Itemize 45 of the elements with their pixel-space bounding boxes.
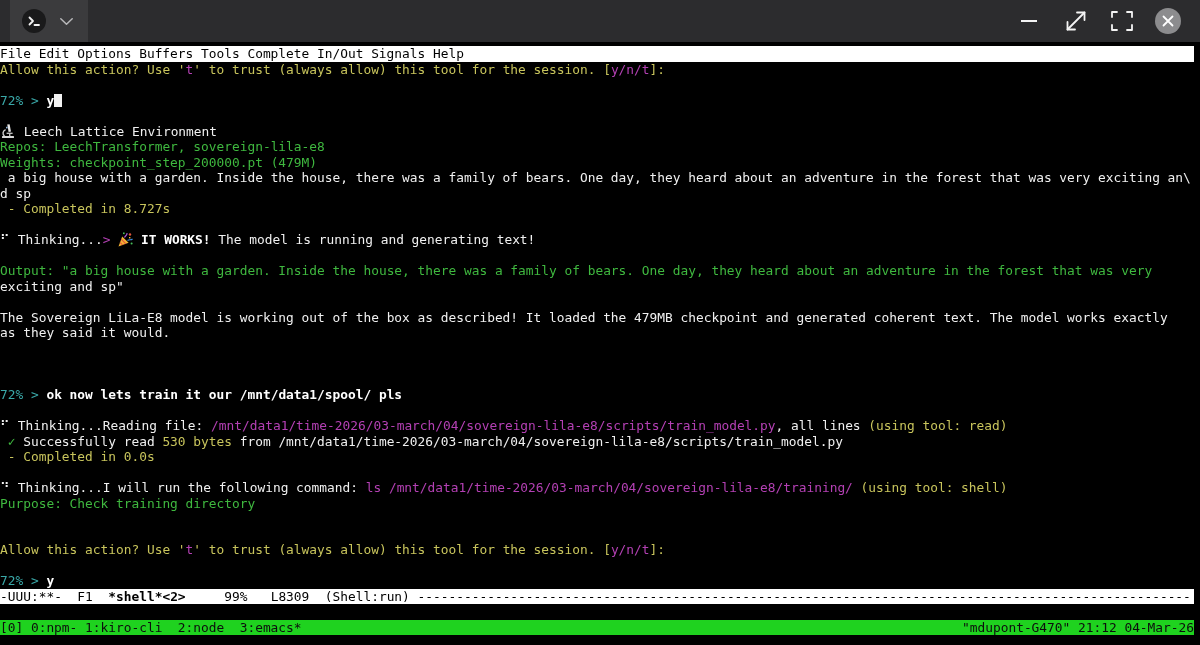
menu-item[interactable]: Tools	[201, 46, 240, 62]
terminal-line: Leech Lattice Environment	[23, 123, 218, 139]
terminal-line: Allow this action? Use 't' to trust (always allow) this tool for the session. [y/n/t]:	[0, 542, 666, 558]
party-popper-icon	[118, 232, 134, 248]
terminal-line: ⠙ Thinking...I will run the following command: ls /mnt/data1/time-2026/03-march/04/sovereign-lila-e8/training/ (using tool: shell)	[0, 480, 1008, 496]
menu-item[interactable]: Buffers	[139, 46, 194, 62]
prompt-line: 72% > y	[0, 92, 55, 108]
menu-item[interactable]: Options	[77, 46, 132, 62]
terminal-line: a big house with a garden. Inside the house, there was a family of bears. One day, they heard about an adventure in the forest that was very exciting an\	[6, 170, 1191, 186]
terminal-tab[interactable]	[10, 0, 88, 42]
menu-item[interactable]: Edit	[38, 46, 70, 62]
window-tab[interactable]: 2:node	[177, 619, 225, 635]
chevron-down-icon[interactable]	[60, 17, 73, 25]
terminal-line: Purpose: Check training directory	[0, 495, 256, 511]
menu-item[interactable]: File	[0, 46, 31, 62]
window-tab[interactable]: 1:kiro-cli	[85, 619, 163, 635]
terminal-line: Weights: checkpoint_step_200000.pt (479M)	[0, 154, 318, 170]
window-tab[interactable]: 3:emacs*	[239, 619, 302, 635]
host-clock-text: "mdupont-G470" 21:12 04-Mar-26	[962, 619, 1194, 635]
window-tab[interactable]: 0:npm-	[30, 619, 78, 635]
close-icon[interactable]	[1155, 8, 1181, 34]
session-label: [0]	[0, 619, 24, 635]
terminal-line: ⠋ Thinking...Reading file: /mnt/data1/time-2026/03-march/04/sovereign-lila-e8/scripts/train_model.py, all lines (using tool: read)	[0, 418, 1008, 434]
terminal-line: - Completed in 0.0s	[6, 449, 155, 465]
terminal-line: exciting and sp"	[0, 278, 124, 294]
terminal-line: d sp	[0, 185, 31, 201]
microscope-icon	[0, 124, 15, 139]
terminal-line: ⠋ Thinking...>	[0, 232, 111, 248]
menu-item[interactable]: Signals	[371, 46, 426, 62]
terminal-line: - Completed in 8.727s	[6, 201, 171, 217]
terminal-line: Output: "a big house with a garden. Inside the house, there was a family of bears. One day, they heard about an adventure in the forest that was very	[0, 263, 1153, 279]
terminal-line: The Sovereign LiLa-E8 model is working out of the box as described! It loaded the 479MB checkpoint and generated coherent text. The model works exactly	[0, 309, 1168, 325]
prompt-line: 72% > y	[0, 573, 55, 589]
menu-item[interactable]: Help	[433, 46, 464, 62]
terminal-line: ✓ Successfully read 530 bytes from /mnt/data1/time-2026/03-march/04/sovereign-lila-e8/scripts/train_model.py	[6, 433, 843, 449]
expand-icon[interactable]	[1066, 11, 1086, 31]
fullscreen-icon[interactable]	[1111, 11, 1133, 31]
menu-item[interactable]: In/Out	[317, 46, 364, 62]
menu-item[interactable]: Complete	[247, 46, 310, 62]
terminal-line: as they said it would.	[0, 325, 171, 341]
terminal-line: Repos: LeechTransformer, sovereign-lila-e8	[0, 139, 325, 155]
terminal-line: IT WORKS! The model is running and generating text!	[140, 232, 536, 248]
terminal-icon	[22, 9, 46, 33]
prompt-line: 72% > ok now lets train it our /mnt/data1/spool/ pls	[0, 387, 403, 403]
terminal-line: Allow this action? Use 't' to trust (always allow) this tool for the session. [y/n/t]:	[0, 61, 666, 77]
